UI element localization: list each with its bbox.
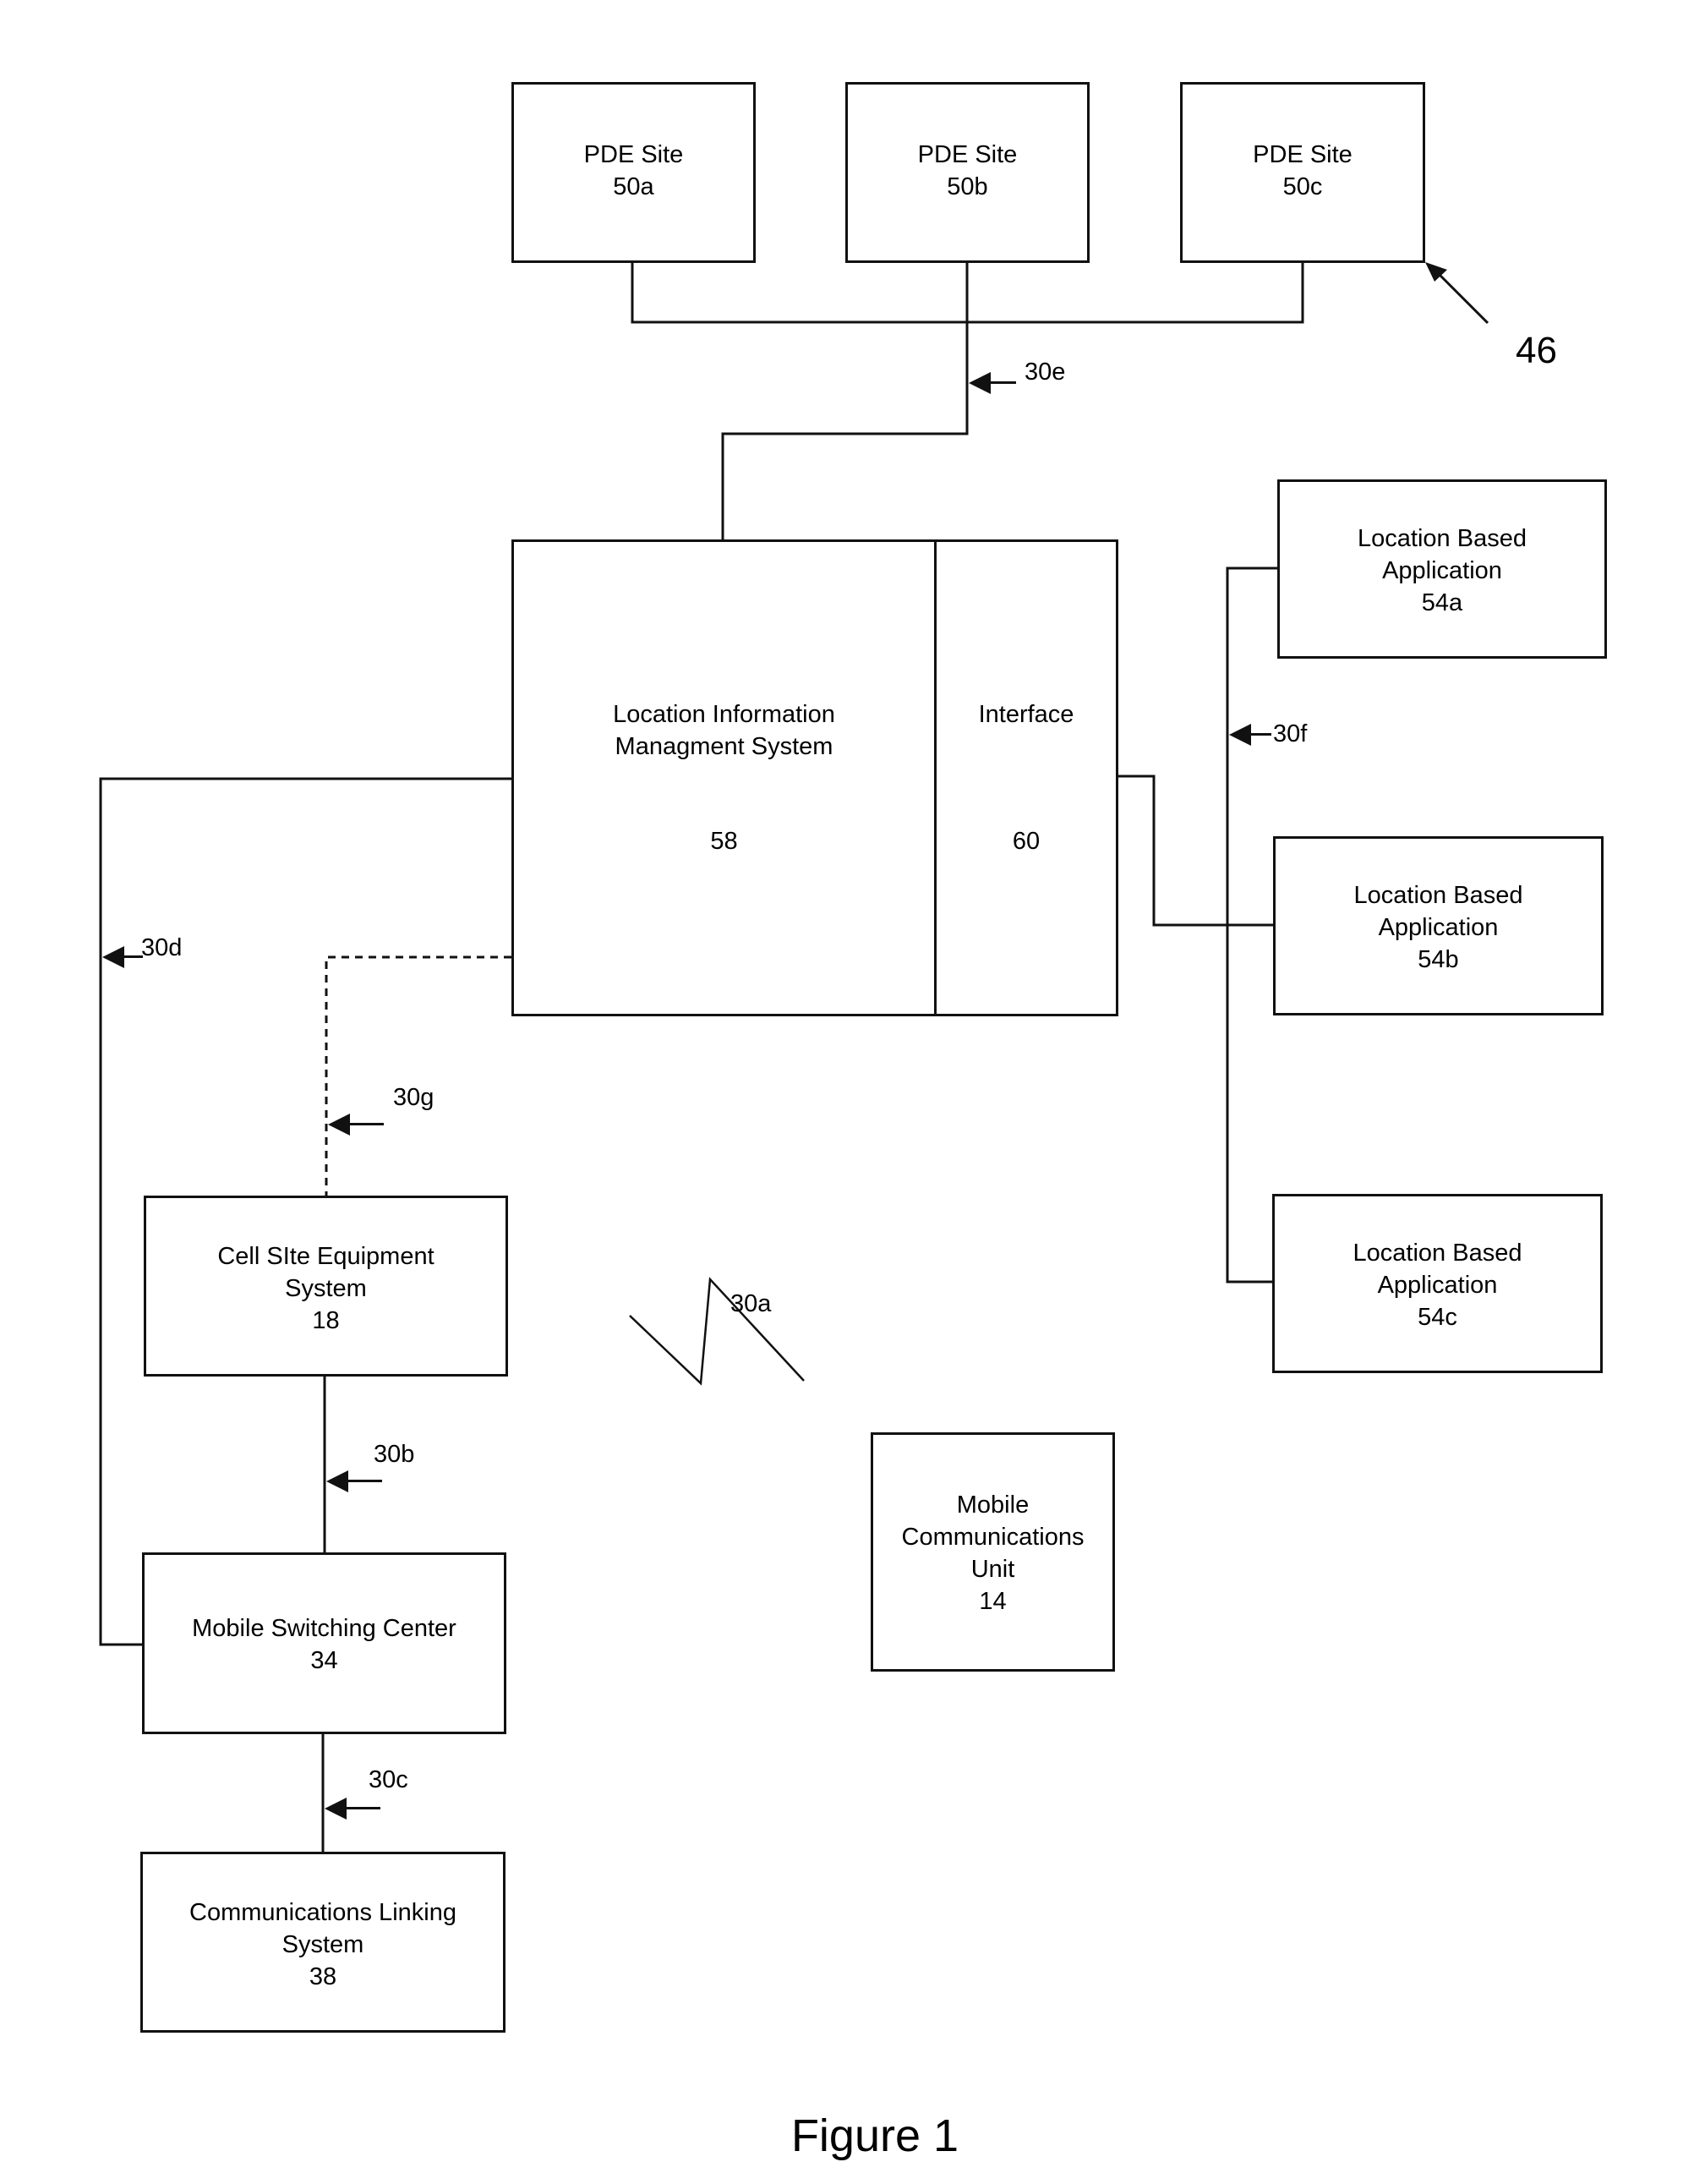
app-label-line2: Application bbox=[1382, 557, 1502, 584]
label-30b: 30b bbox=[374, 1441, 415, 1468]
lims-label-line2: Managment System bbox=[615, 733, 833, 760]
mcu-label-line3: Unit bbox=[970, 1556, 1015, 1583]
cell-site-label-line1: Cell SIte Equipment bbox=[217, 1243, 434, 1270]
ref-46-pointer bbox=[1435, 271, 1489, 325]
pde-site-label: PDE Site bbox=[1253, 141, 1353, 168]
interface-link-line bbox=[1118, 775, 1273, 927]
label-30a: 30a bbox=[730, 1290, 772, 1317]
label-30c: 30c bbox=[369, 1766, 408, 1793]
arrow-30e bbox=[969, 372, 991, 394]
pde-site-50b: PDE Site 50b bbox=[845, 82, 1090, 263]
arrow-30g bbox=[328, 1114, 350, 1136]
mobile-communications-unit: Mobile Communications Unit 14 bbox=[871, 1432, 1115, 1672]
pde-site-50c: PDE Site 50c bbox=[1180, 82, 1425, 263]
pde-site-id: 50c bbox=[1282, 173, 1323, 200]
cls-label-line2: System bbox=[281, 1931, 364, 1958]
link-30g-line bbox=[325, 955, 511, 1196]
arrow-30d bbox=[102, 946, 124, 968]
location-based-application-54c: Location Based Application 54c bbox=[1272, 1194, 1603, 1373]
mcu-label-line1: Mobile bbox=[956, 1492, 1030, 1519]
mobile-switching-center: Mobile Switching Center 34 bbox=[142, 1552, 506, 1734]
pde-site-label: PDE Site bbox=[583, 141, 684, 168]
arrow-30c bbox=[325, 1798, 347, 1820]
app-label-line2: Application bbox=[1378, 914, 1499, 941]
lims-label-line1: Location Information bbox=[613, 701, 835, 728]
cls-label-line1: Communications Linking bbox=[189, 1899, 456, 1926]
cell-site-equipment-system: Cell SIte Equipment System 18 bbox=[144, 1196, 508, 1377]
pde-site-id: 50b bbox=[947, 173, 988, 200]
label-30d: 30d bbox=[141, 934, 183, 961]
pde-site-label: PDE Site bbox=[917, 141, 1018, 168]
label-30g: 30g bbox=[393, 1084, 434, 1111]
pde-site-id: 50a bbox=[613, 173, 654, 200]
app-label-line2: Application bbox=[1377, 1272, 1498, 1299]
pde-site-50a: PDE Site 50a bbox=[511, 82, 756, 263]
cell-site-id: 18 bbox=[312, 1307, 340, 1334]
app-label-line1: Location Based bbox=[1358, 525, 1527, 552]
link-30a-wireless-zigzag bbox=[629, 1277, 805, 1386]
location-based-application-54b: Location Based Application 54b bbox=[1273, 836, 1604, 1015]
app-id: 54c bbox=[1418, 1304, 1457, 1331]
arrow-30f bbox=[1229, 724, 1251, 746]
app-label-line1: Location Based bbox=[1353, 1240, 1522, 1267]
app-id: 54a bbox=[1421, 589, 1463, 616]
interface-box: Interface 60 bbox=[934, 539, 1118, 1016]
label-30f: 30f bbox=[1273, 720, 1308, 747]
mcu-id: 14 bbox=[979, 1588, 1007, 1615]
cell-site-label-line2: System bbox=[285, 1275, 367, 1302]
app-label-line1: Location Based bbox=[1353, 882, 1523, 909]
interface-label: Interface bbox=[978, 701, 1074, 728]
msc-label: Mobile Switching Center bbox=[192, 1615, 456, 1642]
msc-id: 34 bbox=[310, 1647, 338, 1674]
mcu-label-line2: Communications bbox=[901, 1524, 1085, 1551]
communications-linking-system: Communications Linking System 38 bbox=[140, 1852, 505, 2033]
arrow-30b bbox=[326, 1470, 348, 1492]
ref-46-label: 46 bbox=[1516, 330, 1557, 371]
location-based-application-54a: Location Based Application 54a bbox=[1277, 479, 1607, 659]
interface-id: 60 bbox=[1012, 828, 1041, 855]
lims-id: 58 bbox=[710, 828, 738, 855]
location-information-management-system: Location Information Managment System 58 bbox=[511, 539, 937, 1016]
cls-id: 38 bbox=[309, 1963, 337, 1990]
figure-caption: Figure 1 bbox=[790, 2110, 959, 2161]
link-30e-line bbox=[721, 262, 969, 539]
label-30e: 30e bbox=[1025, 359, 1066, 386]
app-id: 54b bbox=[1418, 946, 1459, 973]
